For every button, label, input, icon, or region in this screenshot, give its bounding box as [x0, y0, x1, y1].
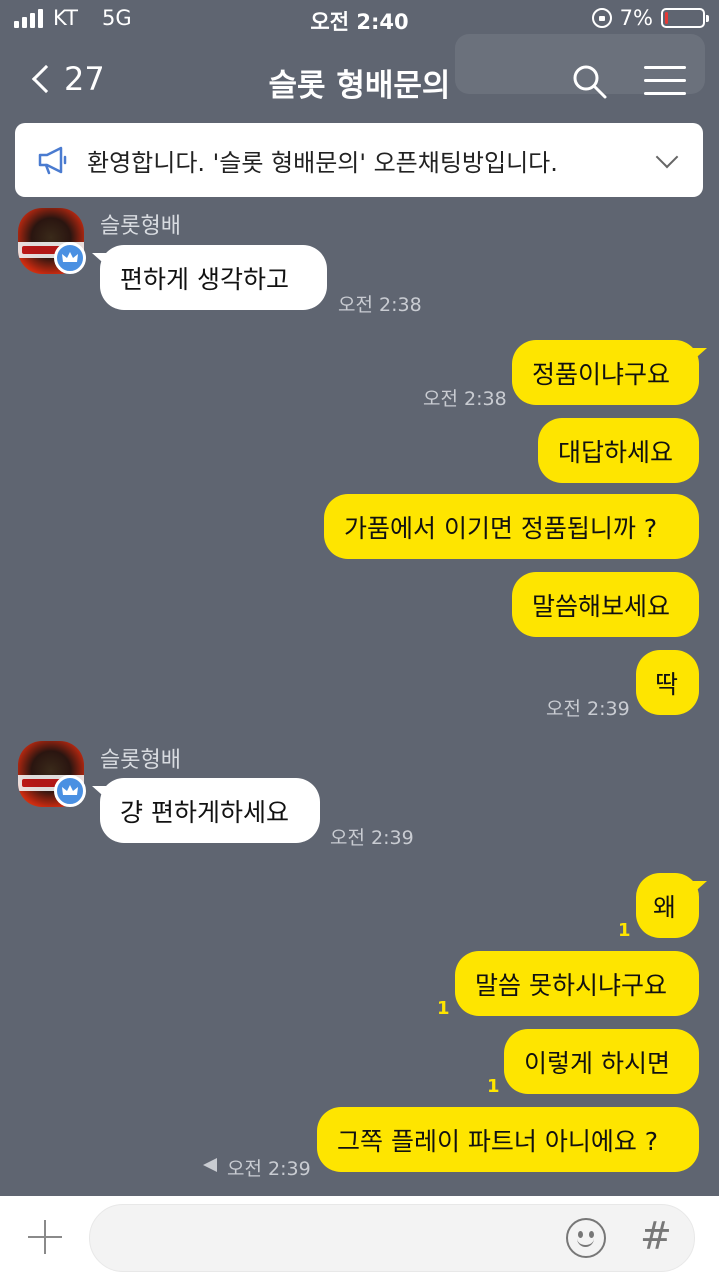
sender-name: 슬롯형배: [100, 748, 181, 773]
message-bubble-outgoing[interactable]: 말씀해보세요: [512, 572, 699, 637]
notice-text: 환영합니다. '슬롯 형배문의' 오픈채팅방입니다.: [87, 148, 558, 177]
message-text: 걍 편하게하세요: [120, 797, 289, 827]
unread-count: 1: [437, 998, 450, 1019]
chat-header: 27 슬롯 형배문의: [0, 34, 719, 114]
message-bubble-incoming[interactable]: 걍 편하게하세요: [100, 778, 320, 843]
message-text: 대답하세요: [558, 437, 674, 467]
crown-badge-icon: [54, 775, 86, 807]
message-bubble-outgoing[interactable]: 이렇게 하시면: [504, 1029, 699, 1094]
message-time: 오전 2:38: [423, 388, 507, 410]
hashtag-icon[interactable]: #: [640, 1214, 672, 1258]
message-bubble-outgoing[interactable]: 딱: [636, 650, 699, 715]
menu-icon-line: [644, 79, 686, 82]
notice-banner[interactable]: 환영합니다. '슬롯 형배문의' 오픈채팅방입니다.: [15, 123, 703, 197]
unread-count: 1: [487, 1076, 500, 1097]
search-button[interactable]: [570, 62, 610, 102]
message-time: 오전 2:39: [546, 698, 630, 720]
message-bubble-outgoing[interactable]: 왜: [636, 873, 699, 938]
chevron-down-icon[interactable]: [655, 145, 679, 169]
message-time: 오전 2:39: [330, 827, 414, 849]
message-text: 왜: [653, 892, 677, 922]
menu-button[interactable]: [644, 66, 686, 96]
message-text: 정품이냐구요: [532, 359, 671, 389]
message-text: 그쪽 플레이 파트너 아니에요 ?: [337, 1126, 659, 1156]
sending-arrow-icon: [203, 1158, 217, 1172]
battery-percent: 7%: [619, 6, 653, 30]
menu-icon-line: [644, 66, 686, 69]
crown-badge-icon: [54, 242, 86, 274]
message-input-bar: #: [0, 1196, 719, 1280]
message-bubble-incoming[interactable]: 편하게 생각하고: [100, 245, 327, 310]
menu-icon-line: [644, 92, 686, 95]
battery-fill: [665, 12, 668, 24]
rotation-lock-icon: [591, 8, 612, 28]
emoji-eye: [589, 1231, 594, 1238]
megaphone-icon: [38, 146, 67, 175]
message-bubble-outgoing[interactable]: 정품이냐구요: [512, 340, 699, 405]
search-icon: [573, 65, 607, 99]
plus-icon[interactable]: [26, 1218, 64, 1256]
status-right: 7%: [591, 6, 709, 30]
emoji-icon[interactable]: [566, 1218, 606, 1258]
message-bubble-outgoing[interactable]: 그쪽 플레이 파트너 아니에요 ?: [317, 1107, 699, 1172]
battery-icon: [661, 8, 709, 28]
message-bubble-outgoing[interactable]: 말씀 못하시냐구요: [455, 951, 699, 1016]
message-bubble-outgoing[interactable]: 대답하세요: [538, 418, 699, 483]
chat-title: 슬롯 형배문의: [268, 68, 451, 104]
message-text: 딱: [655, 669, 679, 699]
emoji-eye: [578, 1231, 583, 1238]
emoji-mouth: [577, 1238, 594, 1247]
unread-count: 1: [618, 920, 631, 941]
message-text: 가품에서 이기면 정품됩니까 ?: [344, 513, 658, 543]
message-bubble-outgoing[interactable]: 가품에서 이기면 정품됩니까 ?: [324, 494, 699, 559]
message-time: 오전 2:38: [338, 294, 422, 316]
message-time: 오전 2:39: [227, 1158, 311, 1180]
message-text: 이렇게 하시면: [524, 1048, 670, 1078]
message-text: 말씀해보세요: [532, 591, 671, 621]
message-text: 말씀 못하시냐구요: [475, 970, 667, 1000]
sender-name: 슬롯형배: [100, 214, 181, 239]
message-text: 편하게 생각하고: [120, 264, 289, 294]
